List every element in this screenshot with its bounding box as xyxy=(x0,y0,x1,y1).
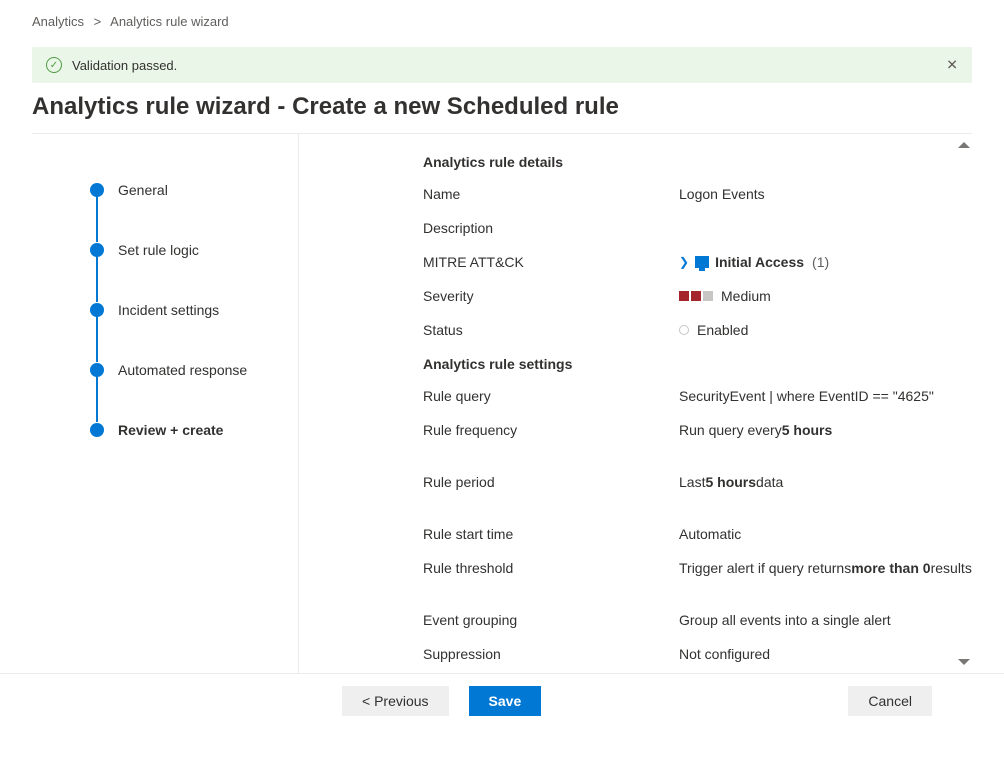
steps-sidebar: General Set rule logic Incident settings… xyxy=(32,134,299,673)
chevron-right-icon: > xyxy=(94,14,102,29)
value-severity: Medium xyxy=(679,288,771,304)
step-dot-icon xyxy=(90,243,104,257)
step-label: General xyxy=(118,182,168,198)
severity-indicator-icon xyxy=(679,291,713,301)
row-rule-period: Rule period Last 5 hours data xyxy=(423,466,972,518)
step-general[interactable]: General xyxy=(90,182,298,198)
row-rule-frequency: Rule frequency Run query every 5 hours xyxy=(423,414,972,466)
label-rule-threshold: Rule threshold xyxy=(423,560,679,576)
step-dot-icon xyxy=(90,363,104,377)
label-rule-start: Rule start time xyxy=(423,526,679,542)
step-automated-response[interactable]: Automated response xyxy=(90,362,298,378)
row-severity: Severity Medium xyxy=(423,280,972,314)
cancel-button[interactable]: Cancel xyxy=(848,686,932,716)
validation-banner: ✓ Validation passed. ✕ xyxy=(32,47,972,83)
wizard-body: General Set rule logic Incident settings… xyxy=(32,133,972,673)
step-label: Review + create xyxy=(118,422,223,438)
value-rule-frequency: Run query every 5 hours xyxy=(679,422,832,438)
previous-button[interactable]: < Previous xyxy=(342,686,449,716)
footer-bar: < Previous Save Cancel xyxy=(0,673,1004,728)
value-event-grouping: Group all events into a single alert xyxy=(679,612,891,628)
label-rule-period: Rule period xyxy=(423,474,679,490)
step-set-rule-logic[interactable]: Set rule logic xyxy=(90,242,298,258)
label-rule-query: Rule query xyxy=(423,388,679,404)
value-status: Enabled xyxy=(679,322,748,338)
mitre-count: (1) xyxy=(812,254,829,270)
breadcrumb-root[interactable]: Analytics xyxy=(32,14,84,29)
step-incident-settings[interactable]: Incident settings xyxy=(90,302,298,318)
row-status: Status Enabled xyxy=(423,314,972,348)
value-rule-threshold: Trigger alert if query returns more than… xyxy=(679,560,972,576)
check-circle-icon: ✓ xyxy=(46,57,62,73)
chevron-right-icon: ❯ xyxy=(679,255,689,269)
severity-text: Medium xyxy=(721,288,771,304)
label-mitre: MITRE ATT&CK xyxy=(423,254,679,270)
step-review-create[interactable]: Review + create xyxy=(90,422,298,438)
section-rule-details: Analytics rule details xyxy=(423,154,972,170)
section-rule-settings: Analytics rule settings xyxy=(423,356,972,372)
scroll-up-icon[interactable] xyxy=(958,142,970,148)
row-mitre: MITRE ATT&CK ❯ Initial Access (1) xyxy=(423,246,972,280)
label-rule-frequency: Rule frequency xyxy=(423,422,679,438)
label-suppression: Suppression xyxy=(423,646,679,662)
scroll-down-icon[interactable] xyxy=(958,659,970,665)
step-connector xyxy=(96,256,98,302)
status-enabled-icon xyxy=(679,325,689,335)
row-suppression: Suppression Not configured xyxy=(423,638,972,672)
mitre-tactic-name: Initial Access xyxy=(715,254,804,270)
step-label: Set rule logic xyxy=(118,242,199,258)
page-title: Analytics rule wizard - Create a new Sch… xyxy=(32,93,972,121)
row-rule-query: Rule query SecurityEvent | where EventID… xyxy=(423,380,972,414)
label-description: Description xyxy=(423,220,679,236)
step-label: Automated response xyxy=(118,362,247,378)
row-rule-start: Rule start time Automatic xyxy=(423,518,972,552)
step-label: Incident settings xyxy=(118,302,219,318)
value-rule-start: Automatic xyxy=(679,526,741,542)
row-event-grouping: Event grouping Group all events into a s… xyxy=(423,604,972,638)
value-rule-period: Last 5 hours data xyxy=(679,474,783,490)
value-rule-query: SecurityEvent | where EventID == "4625" xyxy=(679,388,934,404)
mitre-tactic-chip[interactable]: ❯ Initial Access (1) xyxy=(679,254,829,270)
row-name: Name Logon Events xyxy=(423,178,972,212)
value-name: Logon Events xyxy=(679,186,765,202)
label-severity: Severity xyxy=(423,288,679,304)
label-name: Name xyxy=(423,186,679,202)
label-status: Status xyxy=(423,322,679,338)
breadcrumb-current: Analytics rule wizard xyxy=(110,14,229,29)
step-dot-icon xyxy=(90,303,104,317)
step-dot-icon xyxy=(90,183,104,197)
review-content: Analytics rule details Name Logon Events… xyxy=(299,134,972,673)
row-rule-threshold: Rule threshold Trigger alert if query re… xyxy=(423,552,972,604)
label-event-grouping: Event grouping xyxy=(423,612,679,628)
step-dot-icon xyxy=(90,423,104,437)
mitre-tactic-icon xyxy=(695,256,709,268)
close-icon[interactable]: ✕ xyxy=(946,57,958,74)
status-text: Enabled xyxy=(697,322,748,338)
validation-message: Validation passed. xyxy=(72,58,177,73)
step-connector xyxy=(96,196,98,242)
save-button[interactable]: Save xyxy=(469,686,542,716)
step-connector xyxy=(96,316,98,362)
value-suppression: Not configured xyxy=(679,646,770,662)
row-description: Description xyxy=(423,212,972,246)
breadcrumb: Analytics > Analytics rule wizard xyxy=(32,14,972,29)
step-connector xyxy=(96,376,98,422)
